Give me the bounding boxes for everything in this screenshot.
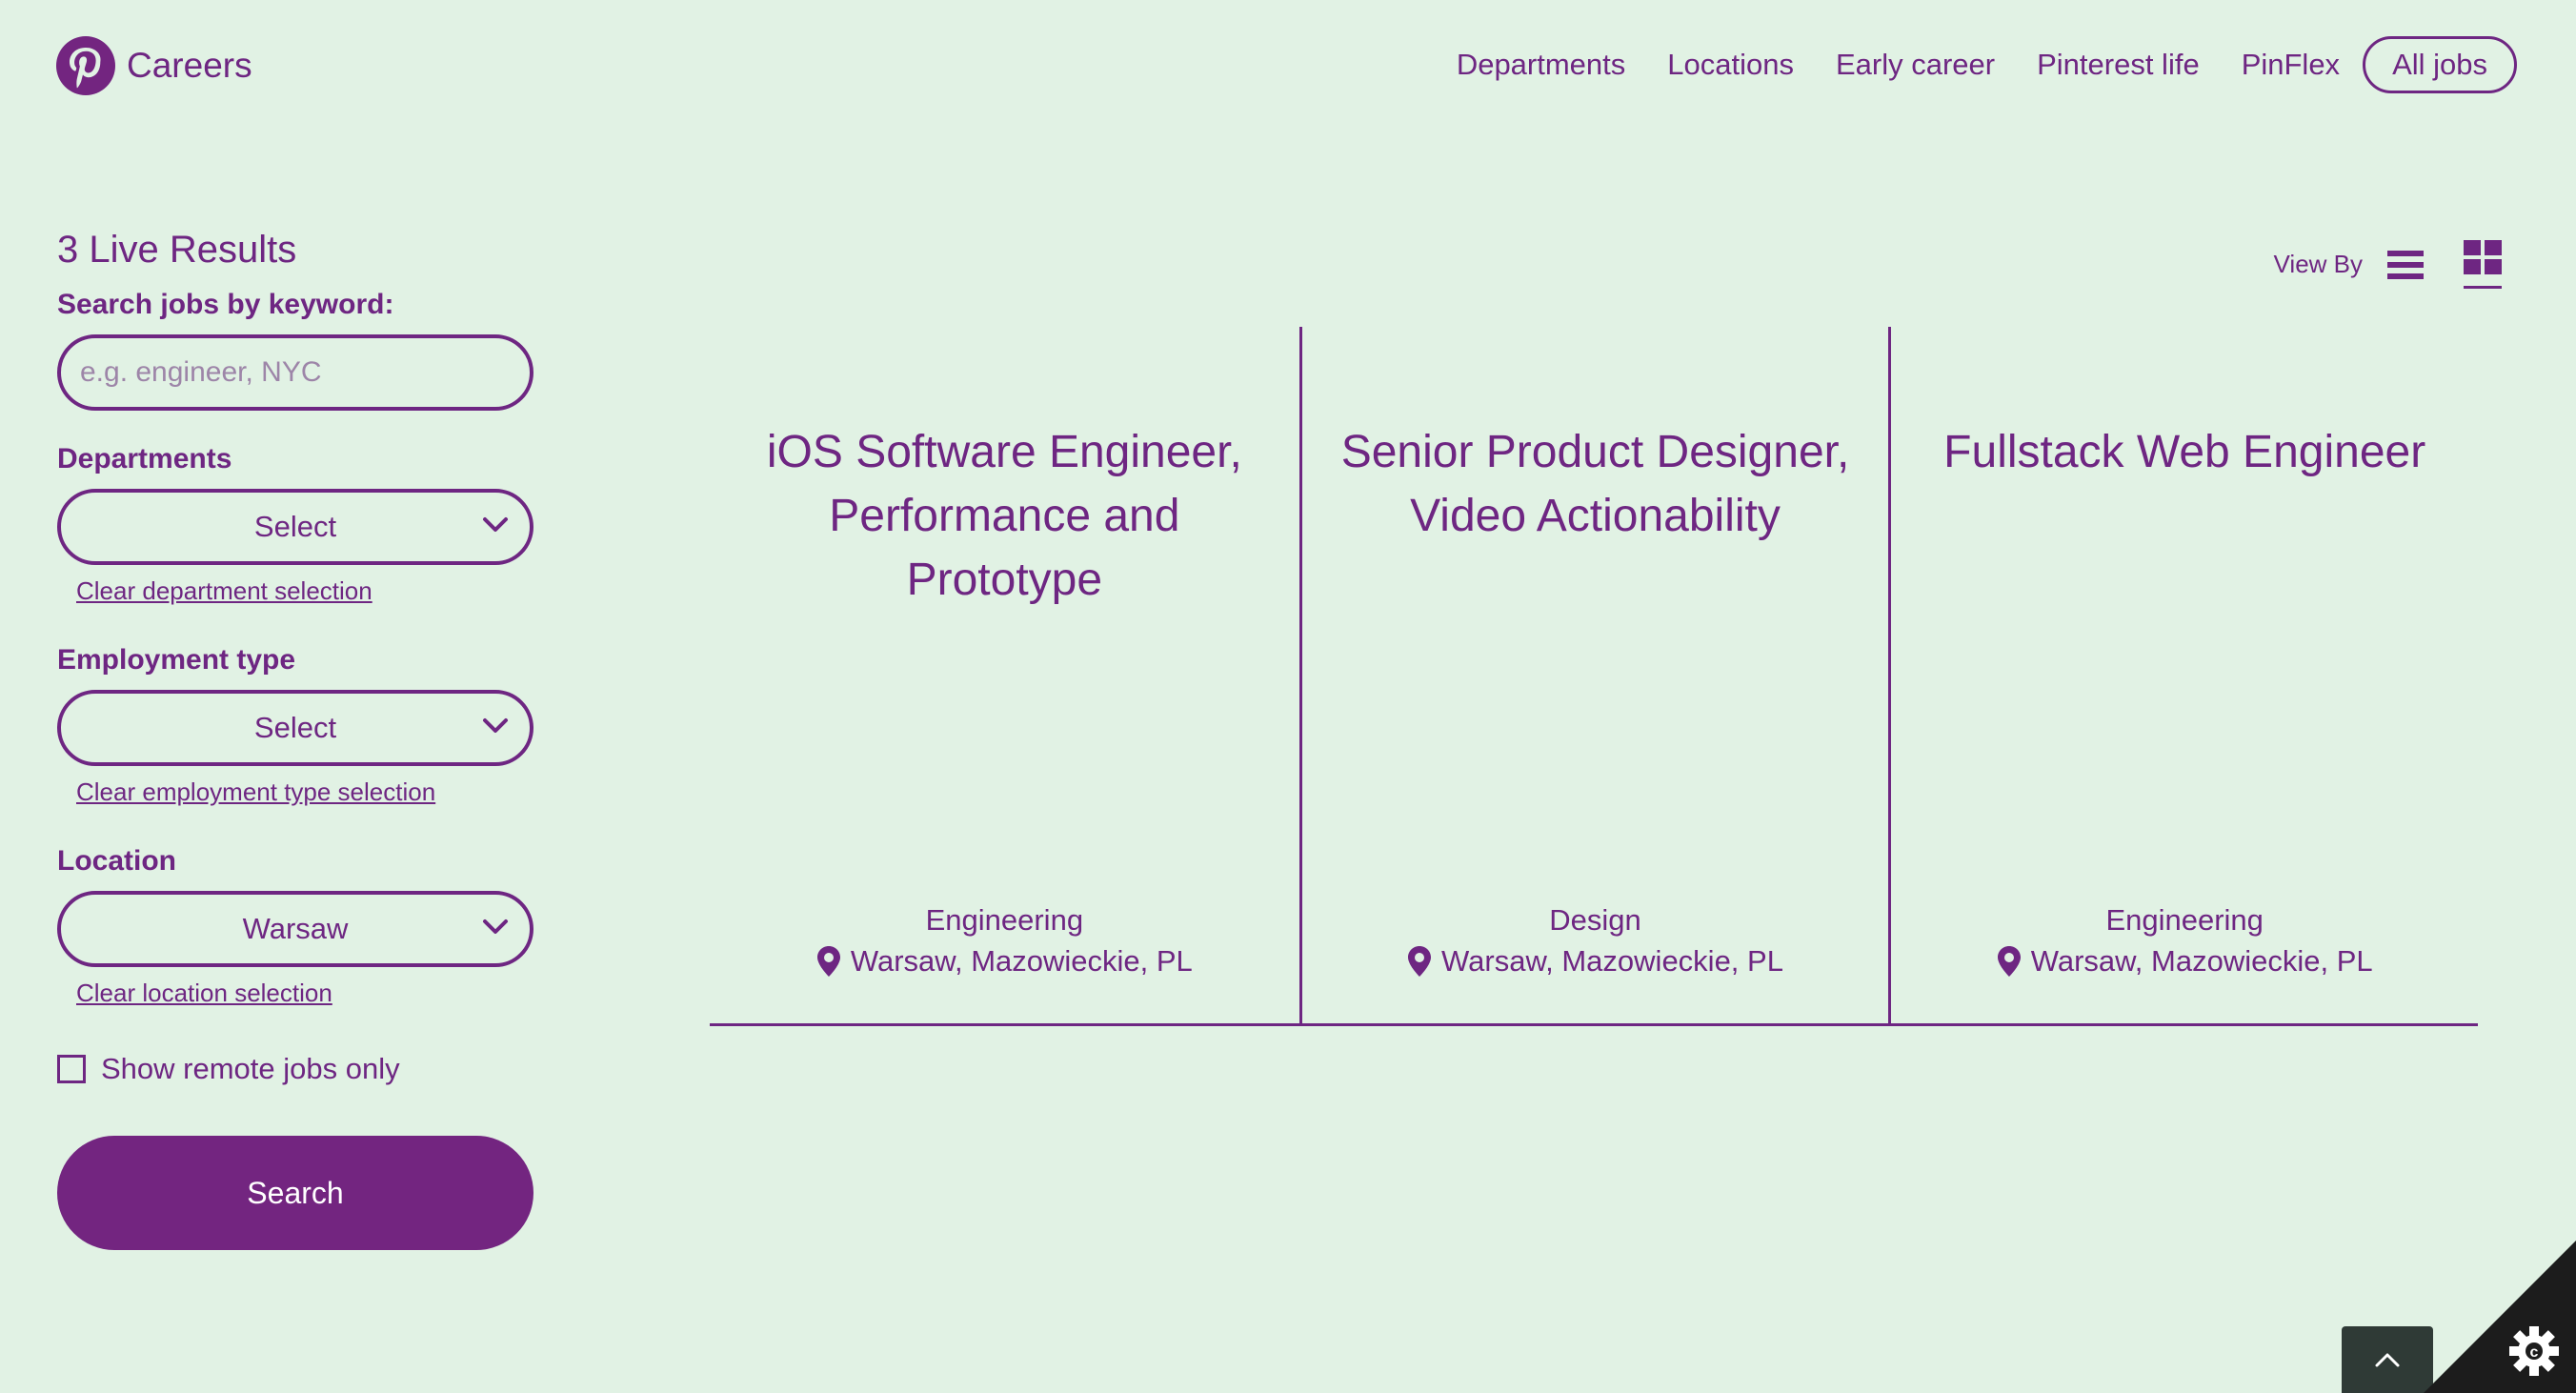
clear-location-link[interactable]: Clear location selection — [76, 979, 332, 1008]
clear-employment-link[interactable]: Clear employment type selection — [76, 777, 435, 807]
job-results-grid: iOS Software Engineer, Performance and P… — [710, 327, 2478, 1026]
location-label: Location — [57, 845, 176, 877]
nav-departments[interactable]: Departments — [1457, 48, 1625, 82]
job-title[interactable]: iOS Software Engineer, Performance and P… — [748, 420, 1261, 612]
gear-icon: c — [2509, 1326, 2559, 1376]
departments-group: Departments Select Clear department sele… — [57, 443, 533, 606]
job-location-label: Warsaw, Mazowieckie, PL — [2030, 944, 2373, 978]
job-card[interactable]: Senior Product Designer, Video Actionabi… — [1298, 327, 1889, 1023]
departments-select-value: Select — [253, 510, 337, 543]
filter-sidebar: 3 Live Results Search jobs by keyword: D… — [57, 229, 533, 1250]
job-location-label: Warsaw, Mazowieckie, PL — [850, 944, 1193, 978]
departments-label: Departments — [57, 443, 232, 474]
job-card[interactable]: iOS Software Engineer, Performance and P… — [710, 327, 1299, 1023]
all-jobs-button[interactable]: All jobs — [2363, 36, 2517, 93]
nav-pinflex[interactable]: PinFlex — [2242, 48, 2340, 82]
site-header: Careers Departments Locations Early care… — [0, 0, 2576, 133]
view-by-label: View By — [2273, 250, 2363, 278]
employment-group: Employment type Select Clear employment … — [57, 644, 533, 807]
pinterest-logo-icon — [56, 36, 115, 95]
cookie-settings-button[interactable]: c — [2424, 1241, 2576, 1393]
chevron-down-icon — [483, 718, 508, 733]
grid-view-button[interactable] — [2464, 240, 2502, 289]
location-pin-icon — [816, 946, 840, 977]
nav-pinterest-life[interactable]: Pinterest life — [2037, 48, 2200, 82]
job-department: Engineering — [2105, 903, 2264, 937]
search-button[interactable]: Search — [57, 1136, 533, 1250]
careers-logo[interactable]: Careers — [56, 36, 252, 95]
view-by-toggle: View By — [2274, 240, 2502, 289]
location-pin-icon — [1408, 946, 1432, 977]
job-location-label: Warsaw, Mazowieckie, PL — [1441, 944, 1783, 978]
location-select[interactable]: Warsaw — [57, 891, 533, 967]
keyword-group: Search jobs by keyword: — [57, 289, 533, 411]
top-nav: Departments Locations Early career Pinte… — [1415, 36, 2517, 93]
chevron-down-icon — [483, 919, 508, 934]
remote-only-toggle[interactable]: Show remote jobs only — [57, 1052, 533, 1086]
job-location: Warsaw, Mazowieckie, PL — [1891, 944, 2478, 979]
job-location: Warsaw, Mazowieckie, PL — [710, 944, 1299, 979]
job-department: Engineering — [925, 903, 1084, 937]
keyword-search-input[interactable] — [57, 334, 533, 411]
clear-department-link[interactable]: Clear department selection — [76, 576, 372, 606]
employment-label: Employment type — [57, 644, 296, 676]
remote-only-label: Show remote jobs only — [101, 1052, 400, 1085]
keyword-label: Search jobs by keyword: — [57, 289, 394, 320]
departments-select[interactable]: Select — [57, 489, 533, 565]
location-group: Location Warsaw Clear location selection — [57, 845, 533, 1008]
employment-type-select[interactable]: Select — [57, 690, 533, 766]
nav-locations[interactable]: Locations — [1667, 48, 1794, 82]
job-department: Design — [1549, 903, 1641, 937]
job-location: Warsaw, Mazowieckie, PL — [1302, 944, 1889, 979]
job-card[interactable]: Fullstack Web Engineer Engineering Warsa… — [1888, 327, 2478, 1023]
employment-select-value: Select — [253, 711, 337, 744]
svg-text:c: c — [2530, 1344, 2539, 1361]
job-title[interactable]: Senior Product Designer, Video Actionabi… — [1340, 420, 1851, 548]
chevron-down-icon — [483, 517, 508, 532]
nav-early-career[interactable]: Early career — [1836, 48, 1995, 82]
grid-view-icon — [2464, 240, 2502, 274]
chevron-up-icon — [2375, 1353, 2400, 1367]
location-pin-icon — [1997, 946, 2021, 977]
location-select-value: Warsaw — [242, 912, 349, 945]
job-title[interactable]: Fullstack Web Engineer — [1929, 420, 2440, 484]
results-count: 3 Live Results — [57, 229, 297, 271]
brand-label: Careers — [127, 46, 252, 85]
back-to-top-button[interactable] — [2342, 1326, 2433, 1393]
list-view-icon[interactable] — [2387, 250, 2424, 280]
remote-only-checkbox[interactable] — [57, 1055, 86, 1083]
